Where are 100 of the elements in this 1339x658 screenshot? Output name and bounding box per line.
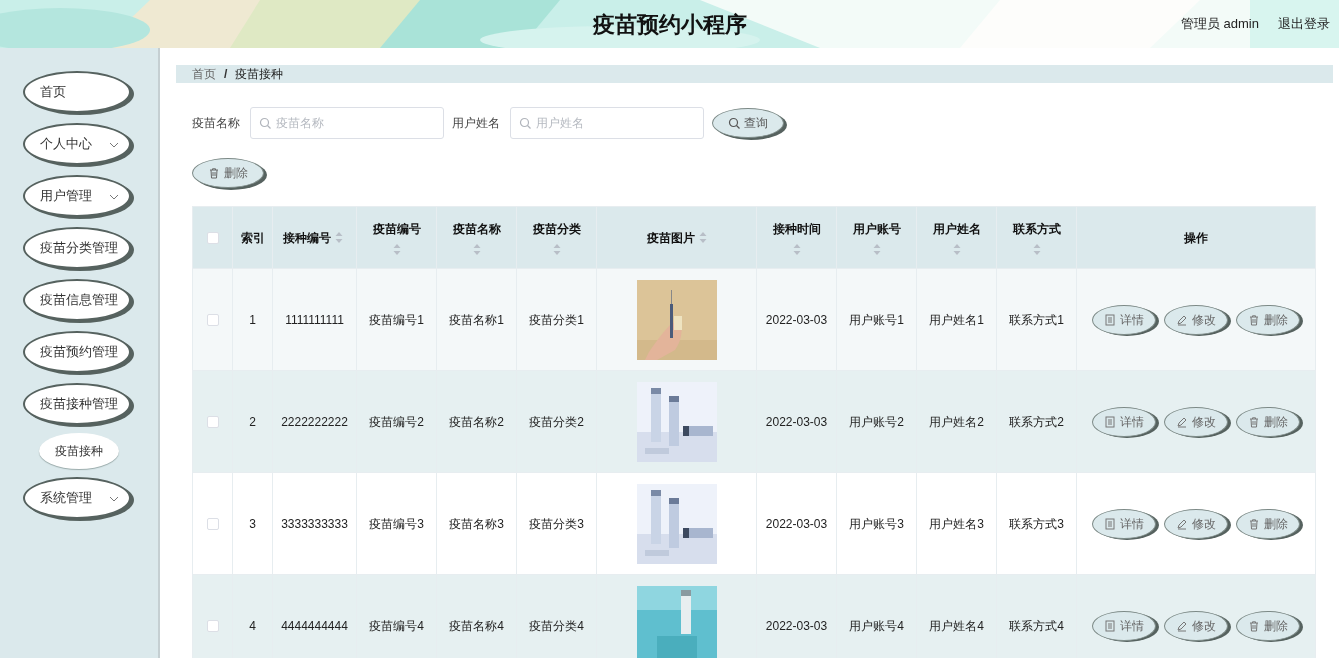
search-icon <box>519 117 531 129</box>
delete-button[interactable]: 删除 <box>192 158 264 188</box>
header-cell[interactable]: 接种编号 <box>272 206 357 269</box>
column-header: 用户账号 <box>852 221 901 238</box>
header-cell[interactable]: 疫苗图片 <box>596 206 757 269</box>
trash-icon <box>1248 415 1260 428</box>
column-header: 联系方式 <box>1012 221 1061 238</box>
table-cell: 4444444444 <box>281 618 348 633</box>
document-icon <box>1104 517 1116 530</box>
field-label: 疫苗名称 <box>192 115 240 132</box>
table-cell: 2022-03-03 <box>765 312 828 327</box>
checkbox[interactable] <box>206 620 219 633</box>
search-icon <box>259 117 271 129</box>
search-field[interactable]: 用户姓名 <box>510 107 704 139</box>
column-header: 接种时间 <box>772 221 821 238</box>
sort-icon <box>952 244 961 255</box>
column-header: 疫苗编号 <box>372 221 421 238</box>
sort-icon <box>472 244 481 255</box>
header-cell[interactable]: 疫苗编号 <box>356 206 437 269</box>
table-cell: 疫苗编号2 <box>369 414 424 429</box>
delete-button[interactable]: 删除 <box>1236 508 1300 539</box>
search-icon <box>728 117 740 129</box>
table-cell: 2022-03-03 <box>765 618 828 633</box>
edit-button[interactable]: 修改 <box>1164 406 1228 437</box>
edit-button[interactable]: 修改 <box>1164 508 1228 539</box>
column-header: 用户姓名 <box>932 221 981 238</box>
column-header: 操作 <box>1184 229 1208 247</box>
delete-button[interactable]: 删除 <box>1236 304 1300 335</box>
pencil-icon <box>1176 313 1188 326</box>
chevron-icon <box>109 142 119 148</box>
detail-button[interactable]: 详情 <box>1092 610 1156 641</box>
table-cell: 用户账号2 <box>849 414 904 429</box>
menu-item[interactable]: 用户管理 <box>23 175 131 217</box>
detail-button[interactable]: 详情 <box>1092 508 1156 539</box>
table-cell: 疫苗编号1 <box>369 312 424 327</box>
trash-icon <box>1248 619 1260 632</box>
table-cell: 联系方式1 <box>1009 312 1064 327</box>
table-cell: 联系方式3 <box>1009 516 1064 531</box>
detail-button[interactable]: 详情 <box>1092 304 1156 335</box>
header-cell[interactable]: 用户账号 <box>836 206 917 269</box>
table-cell: 疫苗名称1 <box>449 312 504 327</box>
table-cell: 疫苗名称4 <box>449 618 504 633</box>
chevron-icon <box>109 194 119 200</box>
edit-button[interactable]: 修改 <box>1164 304 1228 335</box>
table-cell: 2022-03-03 <box>765 516 828 531</box>
submenu-item[interactable]: 疫苗接种 <box>39 433 119 469</box>
table-cell: 疫苗名称3 <box>449 516 504 531</box>
sort-icon <box>1032 244 1041 255</box>
search-field[interactable]: 疫苗名称 <box>250 107 444 139</box>
pencil-icon <box>1176 619 1188 632</box>
table-cell: 2 <box>249 414 256 429</box>
header-cell[interactable]: 接种时间 <box>756 206 837 269</box>
delete-button[interactable]: 删除 <box>1236 610 1300 641</box>
checkbox[interactable] <box>206 416 219 429</box>
table-cell: 1111111111 <box>285 312 344 327</box>
query-button[interactable]: 查询 <box>712 108 784 138</box>
menu-item[interactable]: 首页 <box>23 71 131 113</box>
trash-icon <box>1248 313 1260 326</box>
menu-item[interactable]: 系统管理 <box>23 477 131 519</box>
menu-item[interactable]: 个人中心 <box>23 123 131 165</box>
checkbox[interactable] <box>206 232 219 245</box>
trash-icon <box>1248 517 1260 530</box>
table-cell: 用户姓名2 <box>929 414 984 429</box>
header-cell[interactable]: 疫苗分类 <box>516 206 597 269</box>
detail-button[interactable]: 详情 <box>1092 406 1156 437</box>
menu-item[interactable]: 疫苗预约管理 <box>23 331 131 373</box>
breadcrumb-link[interactable]: 疫苗接种 <box>235 65 284 83</box>
document-icon <box>1104 313 1116 326</box>
menu-item[interactable]: 疫苗分类管理 <box>23 227 131 269</box>
menu-item[interactable]: 疫苗接种管理 <box>23 383 131 425</box>
table-cell: 4 <box>249 618 256 633</box>
breadcrumb-link[interactable]: 首页 <box>192 65 216 83</box>
edit-button[interactable]: 修改 <box>1164 610 1228 641</box>
menu-item[interactable]: 疫苗信息管理 <box>23 279 131 321</box>
sort-icon <box>698 232 707 243</box>
table-cell: 1 <box>249 312 256 327</box>
pencil-icon <box>1176 415 1188 428</box>
table-cell: 用户账号4 <box>849 618 904 633</box>
header-cell[interactable]: 用户姓名 <box>916 206 997 269</box>
breadcrumb-separator: / <box>224 66 228 83</box>
header-cell[interactable]: 联系方式 <box>996 206 1077 269</box>
table-cell: 疫苗分类3 <box>529 516 584 531</box>
app-title: 疫苗预约小程序 <box>592 10 747 39</box>
table-cell: 2222222222 <box>281 414 348 429</box>
sort-icon <box>872 244 881 255</box>
sort-icon <box>552 244 561 255</box>
chevron-icon <box>109 496 119 502</box>
trash-icon <box>208 167 220 179</box>
table-cell: 疫苗分类4 <box>529 618 584 633</box>
table-cell: 联系方式4 <box>1009 618 1064 633</box>
column-header: 接种编号 <box>283 229 331 247</box>
table-cell: 用户姓名1 <box>929 312 984 327</box>
sort-icon <box>392 244 401 255</box>
checkbox[interactable] <box>206 314 219 327</box>
pencil-icon <box>1176 517 1188 530</box>
sort-icon <box>335 232 343 243</box>
delete-button[interactable]: 删除 <box>1236 406 1300 437</box>
header-cell[interactable]: 疫苗名称 <box>436 206 517 269</box>
checkbox[interactable] <box>206 518 219 531</box>
document-icon <box>1104 619 1116 632</box>
